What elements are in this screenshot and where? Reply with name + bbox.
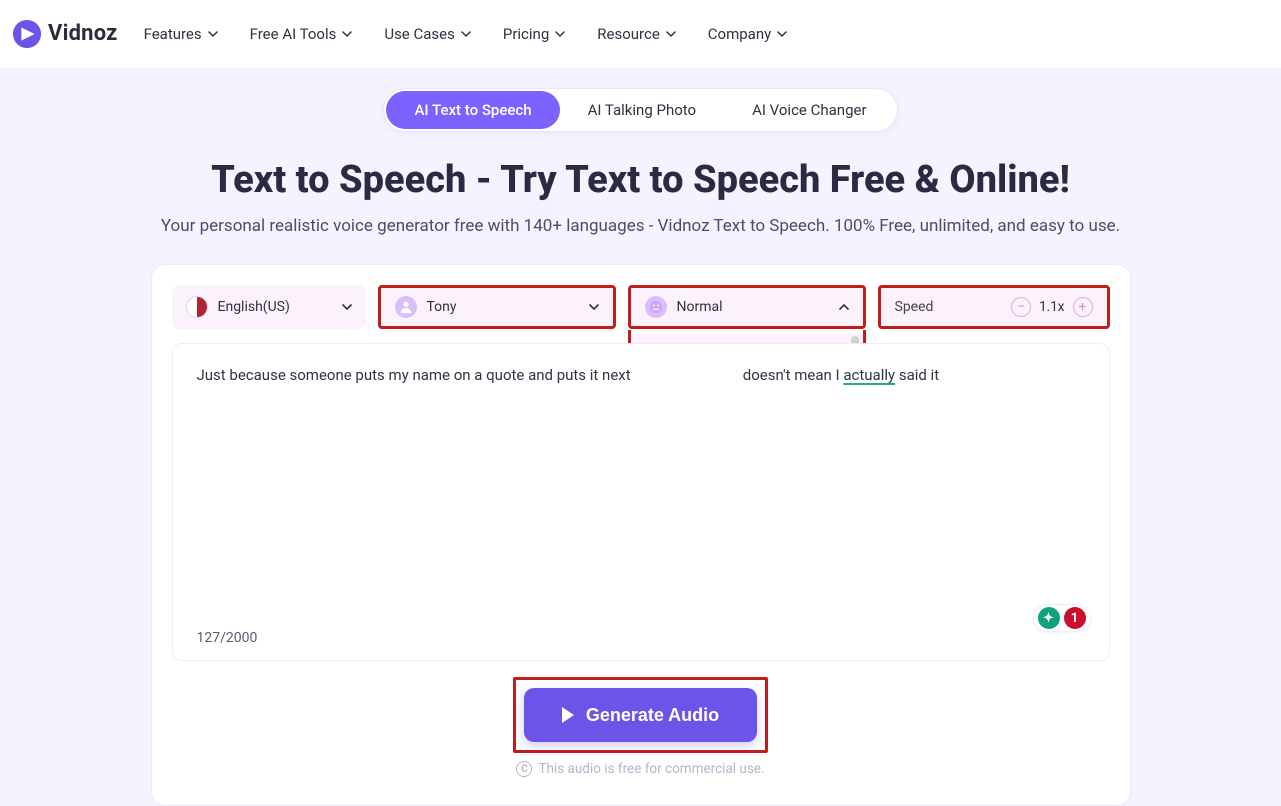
emotion-select[interactable]: Normal [631,288,863,326]
voice-select-highlight: Tony [378,285,616,329]
page-subtitle: Your personal realistic voice generator … [0,216,1281,236]
voice-select[interactable]: Tony [381,288,613,326]
chevron-down-icon [342,29,352,39]
grammar-badge[interactable]: ✦ 1 [1033,604,1091,632]
copyright-icon: C [516,761,532,777]
nav-resource[interactable]: Resource [597,25,676,43]
chevron-down-icon [777,29,787,39]
smiley-icon [645,296,667,318]
text-input-area[interactable]: Just because someone puts my name on a q… [172,343,1110,661]
emotion-value: Normal [677,299,723,315]
generate-audio-button[interactable]: Generate Audio [524,688,757,742]
chevron-down-icon [461,29,471,39]
text-underlined: actually [843,366,895,384]
nav-pricing[interactable]: Pricing [503,25,565,43]
tab-label: AI Text to Speech [414,101,531,119]
chevron-down-icon [555,29,565,39]
nav-label: Features [144,25,202,43]
note-text: This audio is free for commercial use. [538,761,764,777]
chevron-down-icon [666,29,676,39]
tts-card: English(US) Tony [151,264,1131,806]
grammar-icon: ✦ [1038,607,1060,629]
speed-control-highlight: Speed − 1.1x + [878,285,1110,329]
generate-highlight: Generate Audio [513,677,768,753]
chevron-down-icon [208,29,218,39]
tab-text-to-speech[interactable]: AI Text to Speech [386,91,559,129]
nav-use-cases[interactable]: Use Cases [384,25,471,43]
person-icon [395,296,417,318]
nav-company[interactable]: Company [708,25,787,43]
generate-wrap: Generate Audio [172,677,1110,753]
grammar-count: 1 [1064,607,1086,629]
nav-free-ai-tools[interactable]: Free AI Tools [250,25,353,43]
top-navbar: Vidnoz Features Free AI Tools Use Cases … [0,0,1281,68]
nav-label: Use Cases [384,25,455,43]
language-select[interactable]: English(US) [172,285,366,329]
speed-decrease-button[interactable]: − [1011,297,1031,317]
text-content: Just because someone puts my name on a q… [197,364,1085,387]
tab-talking-photo[interactable]: AI Talking Photo [560,91,725,129]
emotion-select-highlight: Normal Normal ✓ Angry [628,285,866,329]
generate-label: Generate Audio [586,705,719,726]
chevron-down-icon [589,302,599,312]
text-part: doesn't mean I [743,366,844,384]
tab-label: AI Talking Photo [588,101,697,119]
main-nav: Features Free AI Tools Use Cases Pricing… [144,25,788,43]
nav-label: Free AI Tools [250,25,337,43]
text-part: said it [895,366,939,384]
text-part: Just because someone puts my name on a q… [197,366,631,384]
speed-increase-button[interactable]: + [1073,297,1093,317]
page-title: Text to Speech - Try Text to Speech Free… [0,158,1281,202]
voice-value: Tony [427,299,457,315]
nav-label: Pricing [503,25,549,43]
nav-features[interactable]: Features [144,25,218,43]
speed-label: Speed [895,299,934,315]
brand-name: Vidnoz [48,21,118,46]
nav-label: Resource [597,25,660,43]
char-counter: 127/2000 [197,630,258,646]
brand-logo[interactable]: Vidnoz [12,19,118,49]
nav-label: Company [708,25,771,43]
speed-value: 1.1x [1039,299,1064,315]
flag-us-icon [186,296,208,318]
hero: AI Text to Speech AI Talking Photo AI Vo… [0,68,1281,236]
brand-mark-icon [12,19,42,49]
play-icon [562,707,574,723]
controls-row: English(US) Tony [172,285,1110,329]
tab-voice-changer[interactable]: AI Voice Changer [724,91,894,129]
chevron-up-icon [839,302,849,312]
tab-label: AI Voice Changer [752,101,866,119]
tool-tabs: AI Text to Speech AI Talking Photo AI Vo… [383,88,897,132]
speed-control: Speed − 1.1x + [881,288,1107,326]
language-value: English(US) [218,299,290,315]
chevron-down-icon [342,302,352,312]
commercial-note: C This audio is free for commercial use. [172,761,1110,777]
